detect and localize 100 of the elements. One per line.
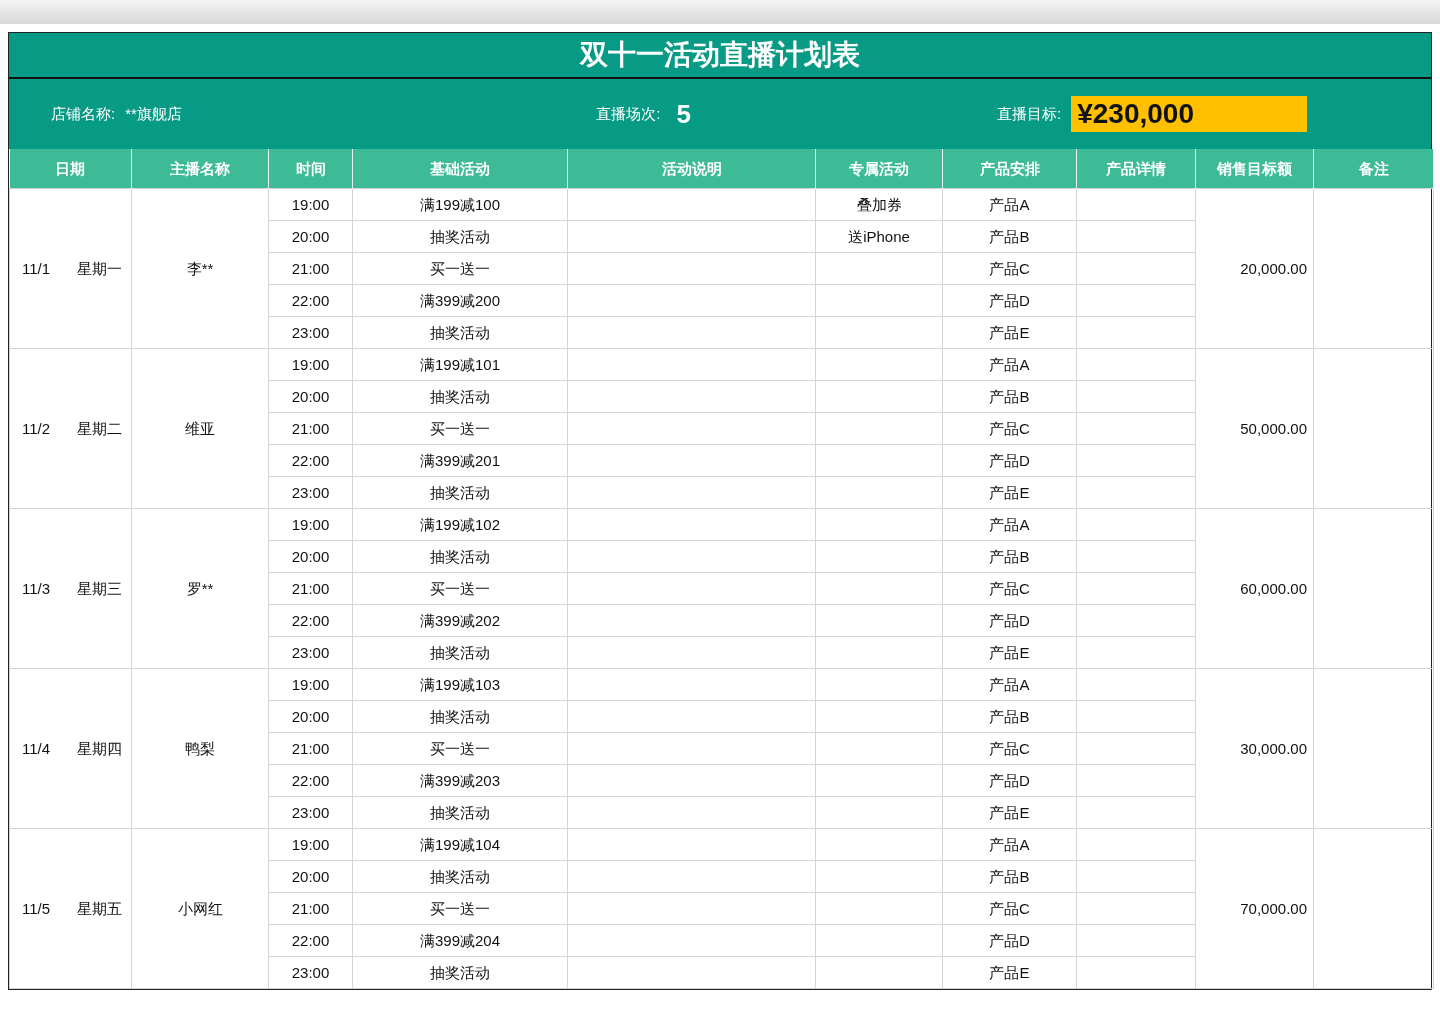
weekday-text: 星期二 — [77, 419, 122, 437]
activity-cell: 满199减103 — [352, 668, 568, 701]
time-cell: 19:00 — [268, 188, 353, 221]
column-header: 时间 — [268, 149, 353, 189]
activity-cell: 满399减203 — [352, 764, 568, 797]
column-header: 基础活动 — [352, 149, 568, 189]
sales-target-cell: 30,000.00 — [1195, 668, 1314, 829]
time-cell: 20:00 — [268, 380, 353, 413]
weekday-text: 星期五 — [77, 899, 122, 917]
time-cell: 21:00 — [268, 252, 353, 285]
target-label: 直播目标: — [997, 104, 1062, 124]
product-cell: 产品C — [942, 892, 1077, 925]
product-cell: 产品B — [942, 700, 1077, 733]
activity-cell: 抽奖活动 — [352, 380, 568, 413]
time-cell: 19:00 — [268, 508, 353, 541]
product-cell: 产品B — [942, 860, 1077, 893]
product-cell: 产品D — [942, 604, 1077, 637]
product-cell: 产品E — [942, 636, 1077, 669]
sales-target-cell: 50,000.00 — [1195, 348, 1314, 509]
sessions-label: 直播场次: — [596, 104, 661, 124]
weekday-text: 星期三 — [77, 579, 122, 597]
time-cell: 22:00 — [268, 444, 353, 477]
time-cell: 22:00 — [268, 284, 353, 317]
product-cell: 产品A — [942, 188, 1077, 221]
weekday-text: 星期一 — [77, 259, 122, 277]
activity-cell: 抽奖活动 — [352, 316, 568, 349]
host-cell: 鸭梨 — [131, 668, 269, 829]
sales-target-cell: 20,000.00 — [1195, 188, 1314, 349]
product-cell: 产品E — [942, 476, 1077, 509]
activity-cell: 满399减201 — [352, 444, 568, 477]
activity-cell: 买一送一 — [352, 412, 568, 445]
activity-cell: 抽奖活动 — [352, 540, 568, 573]
activity-cell: 买一送一 — [352, 732, 568, 765]
activity-cell: 抽奖活动 — [352, 636, 568, 669]
product-cell: 产品A — [942, 668, 1077, 701]
activity-cell: 抽奖活动 — [352, 700, 568, 733]
product-cell: 产品C — [942, 412, 1077, 445]
column-header: 销售目标额 — [1195, 149, 1314, 189]
time-cell: 20:00 — [268, 220, 353, 253]
shop-name: **旗舰店 — [125, 104, 182, 124]
product-cell: 产品B — [942, 540, 1077, 573]
host-cell: 小网红 — [131, 828, 269, 989]
time-cell: 19:00 — [268, 668, 353, 701]
activity-cell: 抽奖活动 — [352, 956, 568, 989]
target-value: ¥230,000 — [1071, 96, 1308, 132]
sales-target-cell: 70,000.00 — [1195, 828, 1314, 989]
time-cell: 20:00 — [268, 860, 353, 893]
product-cell: 产品C — [942, 252, 1077, 285]
activity-cell: 买一送一 — [352, 252, 568, 285]
sessions-value: 5 — [676, 98, 691, 130]
product-cell: 产品D — [942, 924, 1077, 957]
date-text: 11/2 — [22, 419, 52, 438]
activity-cell: 满199减100 — [352, 188, 568, 221]
product-cell: 产品A — [942, 508, 1077, 541]
activity-cell: 满199减102 — [352, 508, 568, 541]
product-cell: 产品E — [942, 796, 1077, 829]
time-cell: 23:00 — [268, 956, 353, 989]
product-cell: 产品D — [942, 284, 1077, 317]
column-header: 备注 — [1313, 149, 1434, 189]
time-cell: 19:00 — [268, 348, 353, 381]
activity-cell: 买一送一 — [352, 572, 568, 605]
product-cell: 产品C — [942, 732, 1077, 765]
column-header: 主播名称 — [131, 149, 269, 189]
date-text: 11/3 — [22, 579, 52, 598]
time-cell: 19:00 — [268, 828, 353, 861]
column-header: 专属活动 — [815, 149, 943, 189]
activity-cell: 满399减204 — [352, 924, 568, 957]
date-text: 11/5 — [22, 899, 52, 918]
product-cell: 产品D — [942, 444, 1077, 477]
column-header: 产品详情 — [1076, 149, 1196, 189]
sheet-title: 双十一活动直播计划表 — [9, 33, 1431, 79]
time-cell: 20:00 — [268, 700, 353, 733]
column-header: 日期 — [9, 149, 132, 189]
time-cell: 23:00 — [268, 476, 353, 509]
product-cell: 产品E — [942, 956, 1077, 989]
product-cell: 产品D — [942, 764, 1077, 797]
date-text: 11/1 — [22, 259, 52, 278]
activity-cell: 满199减104 — [352, 828, 568, 861]
sales-target-cell: 60,000.00 — [1195, 508, 1314, 669]
activity-cell: 抽奖活动 — [352, 796, 568, 829]
activity-cell: 满199减101 — [352, 348, 568, 381]
product-cell: 产品A — [942, 348, 1077, 381]
time-cell: 21:00 — [268, 412, 353, 445]
time-cell: 23:00 — [268, 316, 353, 349]
time-cell: 20:00 — [268, 540, 353, 573]
activity-cell: 抽奖活动 — [352, 860, 568, 893]
shop-label: 店铺名称: — [51, 104, 116, 124]
activity-cell: 满399减200 — [352, 284, 568, 317]
product-cell: 产品C — [942, 572, 1077, 605]
exclusive-activity-cell: 叠加券 — [815, 188, 943, 221]
date-text: 11/4 — [22, 739, 52, 758]
time-cell: 21:00 — [268, 732, 353, 765]
time-cell: 23:00 — [268, 636, 353, 669]
product-cell: 产品A — [942, 828, 1077, 861]
activity-cell: 满399减202 — [352, 604, 568, 637]
column-header: 产品安排 — [942, 149, 1077, 189]
activity-cell: 抽奖活动 — [352, 476, 568, 509]
weekday-text: 星期四 — [77, 739, 122, 757]
exclusive-activity-cell: 送iPhone — [815, 220, 943, 253]
column-header: 活动说明 — [567, 149, 816, 189]
